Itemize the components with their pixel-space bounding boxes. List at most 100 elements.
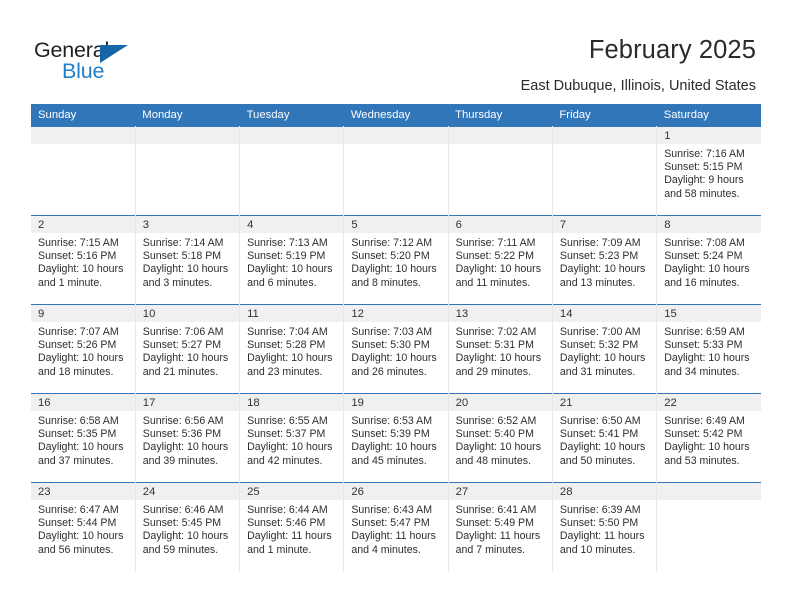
calendar-day-cell[interactable]: 4 Sunrise: 7:13 AM Sunset: 5:19 PM Daylight… [239, 215, 345, 305]
day-number: 19 [344, 394, 448, 411]
daylight-text-line2: and 56 minutes. [38, 543, 114, 556]
sunset-text: Sunset: 5:45 PM [142, 517, 222, 530]
sunset-text: Sunset: 5:30 PM [351, 339, 430, 352]
calendar-day-cell[interactable]: 10 Sunrise: 7:06 AM Sunset: 5:27 PM Dayligh… [135, 304, 241, 394]
daylight-text-line1: Daylight: 11 hours [351, 530, 436, 543]
calendar-week-row: 2 Sunrise: 7:15 AM Sunset: 5:16 PM Daylight… [31, 215, 761, 305]
calendar-day-cell[interactable]: 24 Sunrise: 6:46 AM Sunset: 5:45 PM Dayligh… [135, 482, 241, 572]
calendar-day-cell[interactable]: 20 Sunrise: 6:52 AM Sunset: 5:40 PM Dayligh… [448, 393, 553, 483]
calendar-day-cell[interactable]: 1 Sunrise: 7:16 AM Sunset: 5:15 PM Daylight… [656, 126, 761, 216]
sunrise-text: Sunrise: 6:47 AM [38, 504, 119, 516]
sunrise-text: Sunrise: 7:12 AM [351, 237, 433, 249]
daylight-text-line1: Daylight: 11 hours [559, 530, 645, 543]
calendar-day-cell[interactable]: 22 Sunrise: 6:49 AM Sunset: 5:42 PM Dayligh… [656, 393, 761, 483]
daylight-text-line1: Daylight: 10 hours [142, 352, 229, 365]
calendar-day-cell[interactable]: 16 Sunrise: 6:58 AM Sunset: 5:35 PM Dayligh… [31, 393, 136, 483]
calendar-day-cell[interactable]: 8 Sunrise: 7:08 AM Sunset: 5:24 PM Daylight… [656, 215, 761, 305]
day-number: 10 [135, 305, 240, 322]
calendar-day-cell[interactable]: 5 Sunrise: 7:12 AM Sunset: 5:20 PM Daylight… [343, 215, 449, 305]
sunset-text: Sunset: 5:49 PM [455, 517, 534, 530]
weekday-header-wednesday: Wednesday [343, 104, 449, 127]
daylight-text-line2: and 4 minutes. [351, 543, 421, 556]
weekday-header-monday: Monday [135, 104, 240, 127]
calendar-day-cell[interactable]: 6 Sunrise: 7:11 AM Sunset: 5:22 PM Daylight… [448, 215, 553, 305]
day-number [240, 127, 344, 144]
daylight-text-line1: Daylight: 10 hours [664, 441, 750, 454]
daylight-text-line2: and 29 minutes. [455, 365, 532, 378]
day-number: 13 [448, 305, 552, 322]
day-details: Sunrise: 7:14 AM Sunset: 5:18 PM Daylight:… [136, 233, 239, 290]
calendar-day-cell[interactable]: 26 Sunrise: 6:43 AM Sunset: 5:47 PM Dayligh… [343, 482, 449, 572]
daylight-text-line1: Daylight: 9 hours [664, 174, 744, 187]
sunrise-text: Sunrise: 7:02 AM [455, 326, 537, 338]
day-number: 4 [240, 216, 344, 233]
sunset-text: Sunset: 5:33 PM [664, 339, 743, 352]
daylight-text-line2: and 26 minutes. [351, 365, 427, 378]
day-details: Sunrise: 7:00 AM Sunset: 5:32 PM Daylight:… [553, 322, 656, 379]
day-number: 16 [31, 394, 135, 411]
calendar-grid: Sunday Monday Tuesday Wednesday Thursday… [31, 104, 761, 572]
day-details: Sunrise: 6:43 AM Sunset: 5:47 PM Daylight:… [344, 500, 447, 557]
daylight-text-line1: Daylight: 10 hours [351, 352, 437, 365]
sunrise-text: Sunrise: 6:59 AM [664, 326, 745, 338]
day-number: 23 [31, 483, 135, 500]
sunset-text: Sunset: 5:20 PM [351, 250, 430, 263]
day-number: 17 [135, 394, 240, 411]
calendar-day-cell[interactable]: 7 Sunrise: 7:09 AM Sunset: 5:23 PM Daylight… [552, 215, 658, 305]
daylight-text-line2: and 6 minutes. [247, 276, 317, 289]
calendar-day-cell[interactable]: 12 Sunrise: 7:03 AM Sunset: 5:30 PM Dayligh… [343, 304, 449, 394]
weekday-header-saturday: Saturday [656, 104, 761, 127]
sunset-text: Sunset: 5:19 PM [247, 250, 326, 263]
day-number: 11 [240, 305, 344, 322]
day-number: 25 [240, 483, 344, 500]
calendar-day-cell-empty [656, 482, 761, 572]
calendar-week-row: 9 Sunrise: 7:07 AM Sunset: 5:26 PM Daylight… [31, 304, 761, 394]
daylight-text-line2: and 7 minutes. [455, 543, 526, 556]
daylight-text-line1: Daylight: 10 hours [559, 352, 646, 365]
sunrise-text: Sunrise: 7:00 AM [559, 326, 641, 338]
calendar-day-cell[interactable]: 21 Sunrise: 6:50 AM Sunset: 5:41 PM Dayligh… [552, 393, 658, 483]
daylight-text-line1: Daylight: 10 hours [351, 441, 437, 454]
day-details: Sunrise: 7:04 AM Sunset: 5:28 PM Daylight:… [240, 322, 343, 379]
calendar-day-cell[interactable]: 11 Sunrise: 7:04 AM Sunset: 5:28 PM Dayligh… [239, 304, 345, 394]
day-number: 24 [135, 483, 240, 500]
calendar-day-cell[interactable]: 28 Sunrise: 6:39 AM Sunset: 5:50 PM Dayligh… [552, 482, 658, 572]
calendar-day-cell[interactable]: 15 Sunrise: 6:59 AM Sunset: 5:33 PM Dayligh… [656, 304, 761, 394]
daylight-text-line1: Daylight: 10 hours [455, 441, 542, 454]
calendar-day-cell[interactable]: 14 Sunrise: 7:00 AM Sunset: 5:32 PM Dayligh… [552, 304, 658, 394]
calendar-day-cell[interactable]: 13 Sunrise: 7:02 AM Sunset: 5:31 PM Dayligh… [448, 304, 553, 394]
calendar-day-cell[interactable]: 2 Sunrise: 7:15 AM Sunset: 5:16 PM Daylight… [31, 215, 136, 305]
sunset-text: Sunset: 5:36 PM [142, 428, 222, 441]
sunrise-text: Sunrise: 7:15 AM [38, 237, 119, 249]
day-number: 12 [344, 305, 448, 322]
calendar-day-cell-empty [135, 126, 241, 216]
calendar-day-cell[interactable]: 23 Sunrise: 6:47 AM Sunset: 5:44 PM Dayligh… [31, 482, 136, 572]
calendar-day-cell[interactable]: 25 Sunrise: 6:44 AM Sunset: 5:46 PM Dayligh… [239, 482, 345, 572]
sunset-text: Sunset: 5:28 PM [247, 339, 326, 352]
calendar-day-cell[interactable]: 19 Sunrise: 6:53 AM Sunset: 5:39 PM Dayligh… [343, 393, 449, 483]
calendar-day-cell[interactable]: 27 Sunrise: 6:41 AM Sunset: 5:49 PM Dayligh… [448, 482, 553, 572]
calendar-day-cell[interactable]: 9 Sunrise: 7:07 AM Sunset: 5:26 PM Daylight… [31, 304, 136, 394]
sunset-text: Sunset: 5:22 PM [455, 250, 534, 263]
daylight-text-line1: Daylight: 10 hours [455, 352, 542, 365]
daylight-text-line1: Daylight: 10 hours [247, 352, 333, 365]
sunset-text: Sunset: 5:35 PM [38, 428, 117, 441]
calendar-day-cell[interactable]: 18 Sunrise: 6:55 AM Sunset: 5:37 PM Dayligh… [239, 393, 345, 483]
day-details: Sunrise: 6:47 AM Sunset: 5:44 PM Daylight:… [31, 500, 135, 557]
daylight-text-line2: and 37 minutes. [38, 454, 114, 467]
day-number: 6 [448, 216, 552, 233]
sunset-text: Sunset: 5:16 PM [38, 250, 117, 263]
day-details: Sunrise: 7:11 AM Sunset: 5:22 PM Daylight:… [449, 233, 552, 290]
calendar-day-cell[interactable]: 3 Sunrise: 7:14 AM Sunset: 5:18 PM Daylight… [135, 215, 241, 305]
day-details: Sunrise: 6:41 AM Sunset: 5:49 PM Daylight:… [449, 500, 552, 557]
sunrise-text: Sunrise: 7:08 AM [664, 237, 745, 249]
day-number: 20 [448, 394, 552, 411]
sunset-text: Sunset: 5:37 PM [247, 428, 326, 441]
sunset-text: Sunset: 5:23 PM [559, 250, 639, 263]
day-details: Sunrise: 6:53 AM Sunset: 5:39 PM Daylight:… [344, 411, 447, 468]
daylight-text-line1: Daylight: 10 hours [38, 530, 124, 543]
day-details: Sunrise: 6:49 AM Sunset: 5:42 PM Daylight:… [657, 411, 761, 468]
weekday-header-friday: Friday [552, 104, 657, 127]
calendar-day-cell[interactable]: 17 Sunrise: 6:56 AM Sunset: 5:36 PM Dayligh… [135, 393, 241, 483]
day-number [135, 127, 240, 144]
